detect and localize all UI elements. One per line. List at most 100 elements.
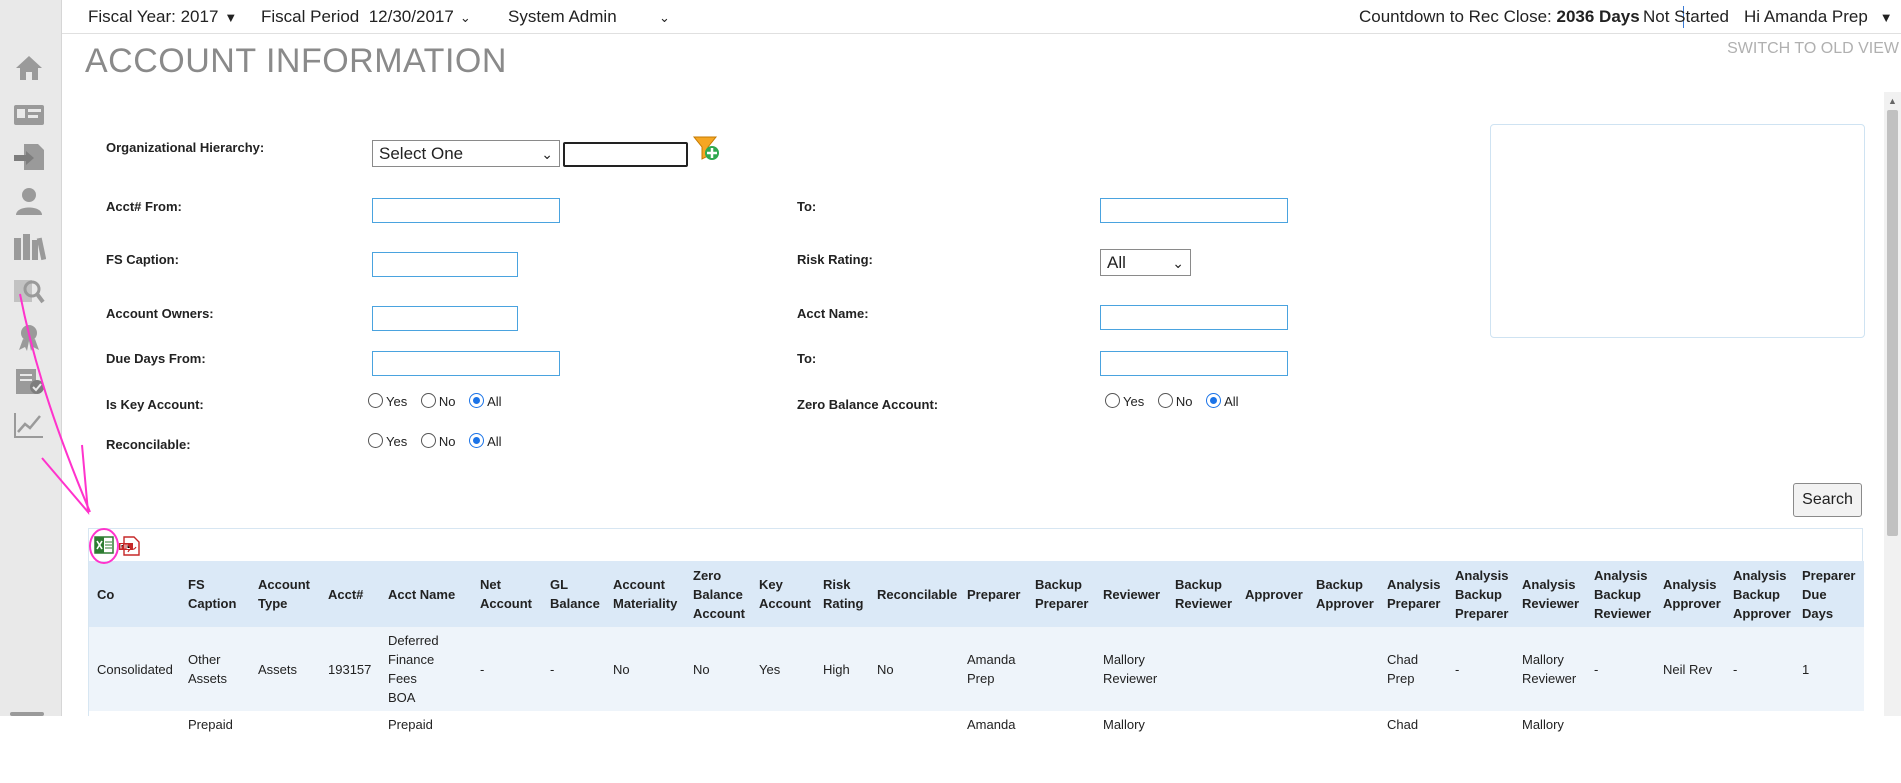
radio-selected-icon[interactable] bbox=[469, 433, 485, 448]
acct-name-input[interactable] bbox=[1100, 305, 1288, 330]
column-header[interactable]: Analysis Backup Reviewer bbox=[1586, 561, 1655, 627]
user-menu[interactable]: Hi Amanda Prep ▼ bbox=[1744, 7, 1893, 27]
column-header[interactable]: Analysis Reviewer bbox=[1514, 561, 1586, 627]
zero-balance-no[interactable]: No bbox=[1157, 393, 1192, 409]
chevron-down-icon[interactable]: ⌄ bbox=[653, 7, 670, 27]
cell-text: Account bbox=[759, 596, 811, 611]
fiscal-period-dropdown[interactable]: Fiscal Period 12/30/2017 ⌄ bbox=[261, 7, 471, 27]
chart-icon[interactable] bbox=[12, 410, 46, 440]
table-cell bbox=[1308, 627, 1379, 711]
column-header[interactable]: Acct# bbox=[320, 561, 380, 627]
switch-to-old-view-link[interactable]: SWITCH TO OLD VIEW bbox=[1727, 40, 1899, 58]
is-key-yes[interactable]: Yes bbox=[368, 393, 407, 409]
award-icon[interactable] bbox=[12, 322, 46, 352]
user-icon[interactable] bbox=[12, 186, 46, 216]
vertical-scrollbar[interactable]: ▲ bbox=[1884, 92, 1901, 716]
fiscal-period-label: Fiscal Period bbox=[261, 7, 360, 26]
cell-text: Acct# bbox=[328, 586, 364, 602]
home-icon[interactable] bbox=[12, 52, 46, 82]
column-header[interactable]: Analysis Backup Preparer bbox=[1447, 561, 1514, 627]
fs-caption-input[interactable] bbox=[372, 252, 518, 277]
cell-text: Analysis bbox=[1733, 567, 1787, 583]
pdf-export-icon[interactable] bbox=[119, 535, 141, 557]
search-button[interactable]: Search bbox=[1793, 483, 1862, 517]
radio-icon[interactable] bbox=[1105, 393, 1120, 408]
acct-to-input[interactable] bbox=[1100, 198, 1288, 223]
column-header[interactable]: Backup Approver bbox=[1308, 561, 1379, 627]
column-header[interactable]: Analysis Preparer bbox=[1379, 561, 1447, 627]
table-cell bbox=[1237, 627, 1308, 711]
hierarchy-selection-box[interactable] bbox=[1490, 124, 1865, 338]
id-card-icon[interactable] bbox=[12, 100, 46, 130]
radio-icon[interactable] bbox=[368, 393, 383, 408]
reconcilable-radios: Yes No All bbox=[368, 433, 512, 449]
radio-selected-icon[interactable] bbox=[469, 393, 485, 408]
org-hierarchy-input[interactable] bbox=[563, 142, 688, 167]
chevron-down-icon: ⌄ bbox=[1172, 255, 1184, 271]
column-header[interactable]: Co bbox=[89, 561, 180, 627]
column-header[interactable]: Zero Balance Account bbox=[685, 561, 751, 627]
column-header[interactable]: Preparer Due Days bbox=[1794, 561, 1864, 627]
radio-icon[interactable] bbox=[420, 433, 436, 448]
table-cell: Neil Rev bbox=[1655, 627, 1725, 711]
cell-text: Neil Rev bbox=[1663, 661, 1713, 677]
column-header[interactable]: Preparer bbox=[959, 561, 1027, 627]
is-key-no[interactable]: No bbox=[420, 393, 455, 409]
reconcilable-yes[interactable]: Yes bbox=[368, 433, 407, 449]
radio-selected-icon[interactable] bbox=[1206, 393, 1222, 408]
cell-text: Preparer bbox=[1802, 567, 1856, 583]
radio-icon[interactable] bbox=[368, 433, 383, 448]
filter-add-icon[interactable] bbox=[692, 134, 720, 162]
cell-text: Analysis bbox=[1522, 577, 1576, 592]
reconcilable-all[interactable]: All bbox=[469, 433, 502, 449]
column-header[interactable]: Risk Rating bbox=[815, 561, 869, 627]
table-cell: Amanda Prep bbox=[959, 627, 1027, 711]
reconcilable-no[interactable]: No bbox=[420, 433, 455, 449]
column-header[interactable]: FS Caption bbox=[180, 561, 250, 627]
table-row[interactable]: Consolidated Other Assets Assets 193157 Defer… bbox=[89, 627, 1864, 711]
cell-text: Backup bbox=[1035, 577, 1082, 592]
column-header[interactable]: Account Type bbox=[250, 561, 320, 627]
column-header[interactable]: Key Account bbox=[751, 561, 815, 627]
column-header[interactable]: Account Materiality bbox=[605, 561, 685, 627]
excel-export-icon[interactable] bbox=[94, 535, 114, 555]
scroll-thumb[interactable] bbox=[1887, 110, 1898, 536]
acct-from-input[interactable] bbox=[372, 198, 560, 223]
zero-balance-all[interactable]: All bbox=[1206, 393, 1239, 409]
role-dropdown[interactable]: System Admin bbox=[508, 7, 617, 27]
column-header[interactable]: Approver bbox=[1237, 561, 1308, 627]
is-key-all[interactable]: All bbox=[469, 393, 502, 409]
column-header[interactable]: Reconcilable bbox=[869, 561, 959, 627]
search-doc-icon[interactable] bbox=[12, 276, 46, 306]
column-header[interactable]: Backup Reviewer bbox=[1167, 561, 1237, 627]
radio-icon[interactable] bbox=[420, 393, 436, 408]
account-owners-input[interactable] bbox=[372, 306, 518, 331]
column-header[interactable]: Analysis Approver bbox=[1655, 561, 1725, 627]
column-header[interactable]: Backup Preparer bbox=[1027, 561, 1095, 627]
cell-text: Preparer bbox=[1455, 605, 1509, 621]
column-header[interactable]: Acct Name bbox=[380, 561, 472, 627]
due-days-to-input[interactable] bbox=[1100, 351, 1288, 376]
column-header[interactable]: Analysis Backup Approver bbox=[1725, 561, 1794, 627]
zero-balance-yes[interactable]: Yes bbox=[1105, 393, 1144, 409]
scroll-up-icon[interactable]: ▲ bbox=[1888, 96, 1897, 106]
risk-rating-label: Risk Rating: bbox=[797, 252, 873, 267]
radio-icon[interactable] bbox=[1157, 393, 1173, 408]
fiscal-year-dropdown[interactable]: Fiscal Year: 2017 ▼ bbox=[88, 7, 237, 27]
risk-rating-select[interactable]: All ⌄ bbox=[1100, 249, 1191, 276]
table-row[interactable]: Prepaid Prepaid Amanda Mallory Chad Mallory bbox=[89, 711, 1864, 783]
column-header[interactable]: GL Balance bbox=[542, 561, 605, 627]
table-cell: No bbox=[869, 627, 959, 711]
checklist-icon[interactable] bbox=[12, 366, 46, 396]
column-header[interactable]: Reviewer bbox=[1095, 561, 1167, 627]
cell-text: Co bbox=[97, 586, 115, 602]
import-icon[interactable] bbox=[12, 142, 46, 172]
cell-text: Days bbox=[1802, 605, 1834, 621]
table-cell bbox=[1586, 711, 1655, 783]
org-hierarchy-select[interactable]: Select One ⌄ bbox=[372, 140, 560, 167]
cell-text: Preparer bbox=[967, 586, 1021, 602]
library-icon[interactable] bbox=[12, 232, 47, 262]
table-cell: Chad Prep bbox=[1379, 627, 1447, 711]
due-days-from-input[interactable] bbox=[372, 351, 560, 376]
column-header[interactable]: Net Account bbox=[472, 561, 542, 627]
